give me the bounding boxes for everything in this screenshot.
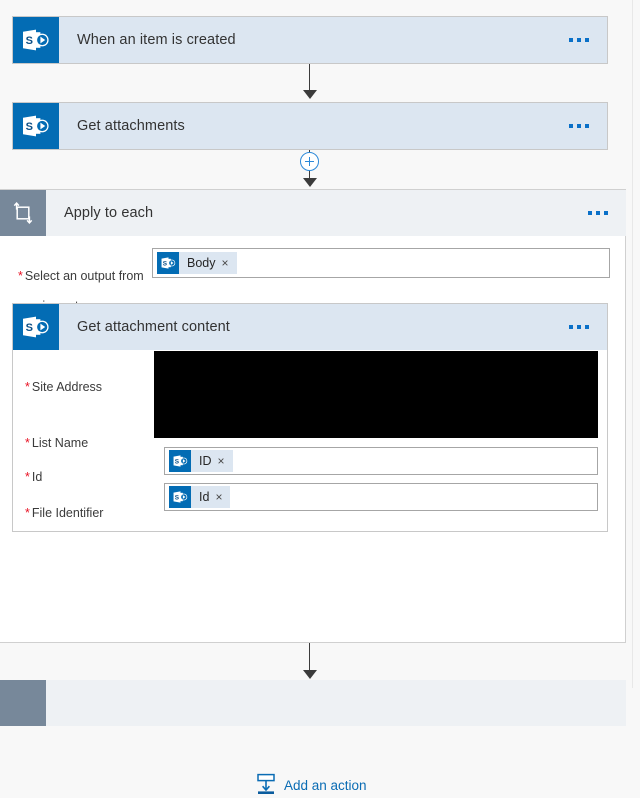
card-overflow-menu-button[interactable] <box>563 17 607 63</box>
token-label: Id <box>199 490 210 504</box>
sharepoint-icon: S <box>13 304 59 350</box>
field-label-id-group: * Id <box>25 455 42 485</box>
dot <box>596 211 600 215</box>
loop-icon <box>0 680 46 726</box>
flow-step-card-next-partial[interactable] <box>0 680 626 726</box>
connector-arrow <box>303 90 317 99</box>
dot <box>569 124 573 128</box>
sharepoint-icon: S <box>169 450 191 472</box>
select-output-input[interactable]: S Body × <box>152 248 610 278</box>
apply-to-each-title: Apply to each <box>64 205 154 221</box>
required-asterisk: * <box>25 470 30 484</box>
token-remove-button[interactable]: × <box>222 257 237 269</box>
add-step-plus-button[interactable] <box>300 152 319 171</box>
dot <box>604 211 608 215</box>
card-header[interactable]: S Get attachment content <box>13 304 607 350</box>
svg-text:S: S <box>174 458 179 465</box>
apply-to-each-scope[interactable]: Apply to each *Select an output from pre… <box>0 189 626 794</box>
token-remove-button[interactable]: × <box>215 491 230 503</box>
sharepoint-icon: S <box>157 252 179 274</box>
field-label-list-name: * List Name <box>25 436 89 450</box>
svg-text:S: S <box>26 322 33 334</box>
field-label-file-identifier-group: * File Identifier <box>25 491 103 521</box>
connector-arrow <box>303 178 317 187</box>
dot <box>585 38 589 42</box>
flow-step-title: Get attachment content <box>77 319 230 335</box>
dot <box>569 38 573 42</box>
required-asterisk: * <box>25 380 30 394</box>
field-label-id: * Id <box>25 470 43 484</box>
connector-line <box>309 64 310 93</box>
dot <box>585 325 589 329</box>
flow-step-card-trigger[interactable]: S When an item is created <box>12 16 608 64</box>
card-header[interactable]: S Get attachments <box>13 103 607 149</box>
card-overflow-menu-button[interactable] <box>563 103 607 149</box>
add-an-action-button[interactable]: Add an action <box>255 773 367 798</box>
field-input-file-identifier[interactable]: S Id × <box>164 483 598 511</box>
field-label-file-identifier: * File Identifier <box>25 506 104 520</box>
svg-text:S: S <box>162 260 167 267</box>
flow-step-card-get-attachment-content[interactable]: S Get attachment content *Site Address <box>12 303 608 532</box>
field-input-site-address[interactable] <box>154 351 598 403</box>
token-label: Body <box>187 256 216 270</box>
field-input-list-name[interactable] <box>154 403 598 438</box>
field-label-site-address-group: * Site Address <box>25 365 102 395</box>
token-remove-button[interactable]: × <box>218 455 233 467</box>
loop-icon <box>0 190 46 236</box>
dot <box>577 38 581 42</box>
dot <box>569 325 573 329</box>
dot <box>585 124 589 128</box>
add-an-action-label: Add an action <box>284 778 367 793</box>
svg-text:S: S <box>26 35 33 47</box>
svg-text:S: S <box>26 121 33 133</box>
dot <box>577 325 581 329</box>
required-asterisk: * <box>25 436 30 450</box>
flow-step-title: When an item is created <box>77 32 236 48</box>
select-output-label-line1: Select an output from <box>24 269 144 283</box>
card-overflow-menu-button[interactable] <box>563 304 607 350</box>
canvas-right-gutter <box>632 0 633 688</box>
required-asterisk: * <box>25 506 30 520</box>
flow-canvas: S When an item is created S Get attachme… <box>0 0 640 794</box>
card-header-apply-to-each[interactable]: Apply to each <box>0 190 626 236</box>
sharepoint-icon: S <box>13 103 59 149</box>
field-input-id[interactable]: S ID × <box>164 447 598 475</box>
connector-arrow <box>303 670 317 679</box>
token-label: ID <box>199 454 212 468</box>
required-asterisk: * <box>18 269 23 283</box>
sharepoint-icon: S <box>169 486 191 508</box>
card-header[interactable]: S When an item is created <box>13 17 607 63</box>
token-id[interactable]: S ID × <box>169 450 233 472</box>
field-label-list-name-group: * List Name <box>25 421 88 451</box>
dot <box>588 211 592 215</box>
token-file-identifier[interactable]: S Id × <box>169 486 231 508</box>
token-body[interactable]: S Body × <box>157 252 237 274</box>
add-action-icon <box>255 773 277 798</box>
sharepoint-icon: S <box>13 17 59 63</box>
dot <box>577 124 581 128</box>
svg-text:S: S <box>174 494 179 501</box>
field-label-site-address: * Site Address <box>25 380 103 394</box>
flow-step-title: Get attachments <box>77 118 185 134</box>
card-overflow-menu-button[interactable] <box>582 190 626 236</box>
flow-step-card-get-attachments[interactable]: S Get attachments <box>12 102 608 150</box>
